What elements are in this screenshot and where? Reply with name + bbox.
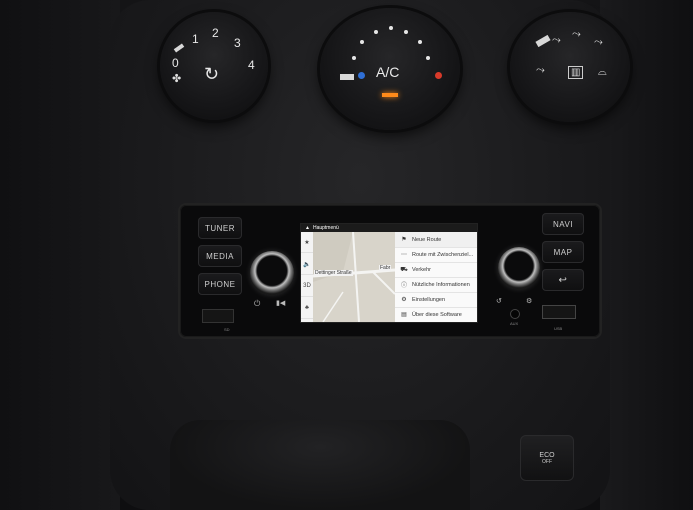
map-roads: [313, 232, 395, 322]
poi-button[interactable]: ♣: [301, 298, 313, 319]
tuning-knob[interactable]: [498, 247, 540, 289]
info-icon: ⓘ: [400, 283, 407, 289]
favorites-button[interactable]: ★: [301, 232, 313, 253]
fan-scale-2: 2: [212, 26, 219, 40]
settings-icon: ⚙: [401, 297, 407, 303]
map-button[interactable]: MAP: [542, 241, 584, 263]
gear-shifter-boot: [170, 420, 470, 510]
menu-item-traffic[interactable]: ⛟ Verkehr: [395, 262, 477, 278]
air-distribution-knob[interactable]: ⤳ ⤳ ⤳ ⤳ ▥ ⌓: [510, 12, 630, 122]
power-icon: ⏻: [254, 299, 261, 308]
left-trim-panel: [0, 0, 120, 510]
eco-sub-label: OFF: [542, 458, 552, 465]
menu-item-about[interactable]: ▤ Über diese Software: [395, 307, 477, 322]
street-label-dettinger: Dettinger Straße: [314, 270, 353, 276]
face-vent-icon: ⤳: [552, 34, 561, 46]
cold-indicator: [358, 72, 365, 79]
temperature-knob[interactable]: A/C: [320, 8, 460, 130]
navigation-screen: ▲ Hauptmenü ★ 🔈 3D ♣ Dettinger Straße Fa…: [300, 223, 478, 323]
usb-label: USB: [554, 326, 563, 331]
recirculation-icon: ↻: [204, 64, 220, 84]
eco-off-button[interactable]: ECO OFF: [520, 435, 574, 481]
flag-icon: ⚑: [401, 237, 407, 243]
sd-card-slot[interactable]: [202, 309, 234, 323]
tuner-button[interactable]: TUNER: [198, 217, 242, 239]
floor-vent-icon: ⤳: [594, 36, 603, 48]
mute-button[interactable]: 🔈: [301, 254, 313, 275]
face-floor-vent-icon: ⤳: [572, 28, 581, 40]
aux-label: AUX: [510, 321, 519, 326]
navi-button[interactable]: NAVI: [542, 213, 584, 235]
volume-knob[interactable]: [250, 251, 294, 295]
sd-label: SD: [224, 327, 230, 332]
ac-label: A/C: [376, 64, 400, 80]
view-3d-button[interactable]: 3D: [301, 276, 313, 297]
waypoints-icon: ⋯: [401, 252, 407, 258]
rear-defrost-icon: ▥: [568, 66, 584, 79]
fan-scale-1: 1: [192, 32, 199, 46]
floor-defrost-icon: ⤳: [536, 64, 545, 76]
signal-volume-icon: ▮◀︎: [276, 300, 286, 307]
mode-pointer: [535, 34, 551, 48]
fan-speed-knob[interactable]: 0 1 2 3 4 ✤ ↻: [160, 12, 268, 120]
menu-item-new-route[interactable]: ⚑ Neue Route: [395, 232, 477, 248]
settings-knob-icon: ⚙: [526, 298, 533, 305]
fan-scale-0: 0: [172, 56, 179, 70]
temp-pointer: [340, 74, 354, 80]
up-arrow-icon[interactable]: ▲: [305, 225, 310, 231]
media-button[interactable]: MEDIA: [198, 245, 242, 267]
fan-scale-3: 3: [234, 36, 241, 50]
menu-item-info[interactable]: ⓘ Nützliche Informationen: [395, 277, 477, 293]
main-menu: ⚑ Neue Route ⋯ Route mit Zwischenziel... ⛟…: [395, 232, 477, 322]
street-label-fabr: Fabr: [379, 265, 392, 271]
fan-icon: ✤: [172, 73, 182, 85]
screen-title-bar: ▲ Hauptmenü: [301, 224, 477, 232]
windshield-defrost-icon: ⌓: [598, 66, 607, 78]
aux-port[interactable]: [510, 309, 520, 319]
menu-item-route-waypoints[interactable]: ⋯ Route mit Zwischenziel...: [395, 247, 477, 263]
reset-icon: ↺: [496, 298, 502, 305]
screen-title: Hauptmenü: [312, 225, 339, 231]
menu-item-settings[interactable]: ⚙ Einstellungen: [395, 292, 477, 308]
traffic-icon: ⛟: [400, 266, 408, 273]
fan-scale-4: 4: [248, 58, 255, 72]
hot-indicator: [435, 72, 442, 79]
phone-button[interactable]: PHONE: [198, 273, 242, 295]
back-button[interactable]: ↩: [542, 269, 584, 291]
about-icon: ▤: [401, 312, 407, 318]
back-arrow-icon: ↩: [558, 274, 568, 286]
map-view[interactable]: Dettinger Straße Fabr: [313, 232, 395, 322]
ac-indicator-light: [382, 93, 398, 97]
eco-label: ECO: [539, 451, 555, 459]
fan-pointer: [173, 43, 185, 53]
usb-port[interactable]: [542, 305, 576, 319]
